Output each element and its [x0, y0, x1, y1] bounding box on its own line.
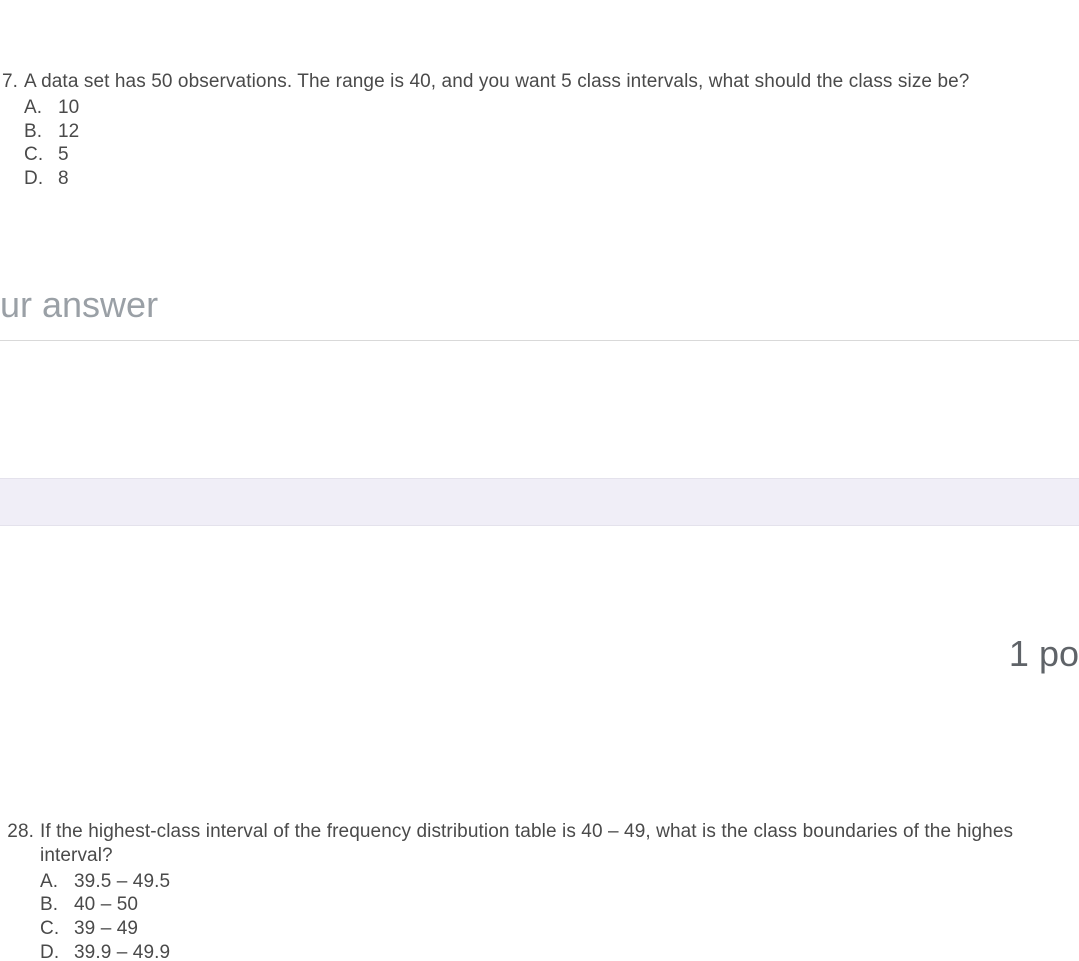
question-number: 7. — [2, 70, 24, 94]
answer-input[interactable] — [0, 278, 1079, 341]
section-divider — [0, 478, 1079, 526]
option-d: D. 39.9 – 49.9 — [40, 941, 1079, 961]
option-letter: D. — [24, 167, 42, 191]
question-28-block: 28. If the highest-class interval of the… — [40, 820, 1079, 961]
option-letter: A. — [40, 870, 58, 894]
option-value: 39.9 – 49.9 — [74, 941, 170, 961]
option-letter: D. — [40, 941, 58, 961]
option-b: B. 12 — [24, 120, 1079, 144]
option-value: 40 – 50 — [74, 893, 138, 917]
option-letter: A. — [24, 96, 42, 120]
option-value: 39.5 – 49.5 — [74, 870, 170, 894]
option-letter: B. — [24, 120, 42, 144]
option-a: A. 39.5 – 49.5 — [40, 870, 1079, 894]
option-value: 39 – 49 — [74, 917, 138, 941]
option-a: A. 10 — [24, 96, 1079, 120]
question-text-line1: If the highest-class interval of the fre… — [40, 820, 1079, 844]
option-value: 5 — [58, 143, 69, 167]
option-b: B. 40 – 50 — [40, 893, 1079, 917]
option-value: 10 — [58, 96, 79, 120]
options-list: A. 10 B. 12 C. 5 D. 8 — [24, 96, 1079, 191]
option-value: 8 — [58, 167, 69, 191]
answer-input-container — [0, 278, 1079, 341]
option-letter: C. — [24, 143, 42, 167]
option-c: C. 39 – 49 — [40, 917, 1079, 941]
option-c: C. 5 — [24, 143, 1079, 167]
option-letter: C. — [40, 917, 58, 941]
points-label: 1 po — [1009, 633, 1079, 675]
question-number: 28. — [7, 820, 40, 844]
option-d: D. 8 — [24, 167, 1079, 191]
question-text: A data set has 50 observations. The rang… — [24, 70, 1079, 94]
question-text-line2: interval? — [40, 844, 1079, 868]
option-value: 12 — [58, 120, 79, 144]
option-letter: B. — [40, 893, 58, 917]
options-list: A. 39.5 – 49.5 B. 40 – 50 C. 39 – 49 D. … — [40, 870, 1079, 961]
question-27-block: 7. A data set has 50 observations. The r… — [24, 70, 1079, 191]
